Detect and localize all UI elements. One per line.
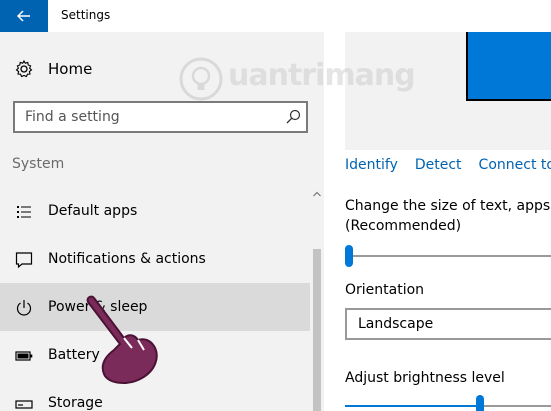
search-icon[interactable] — [284, 108, 302, 126]
sidebar-item-label: Power & sleep — [48, 299, 148, 315]
orientation-select[interactable]: Landscape — [345, 308, 551, 340]
window-title: Settings — [61, 8, 111, 22]
brightness-slider-thumb[interactable] — [475, 395, 484, 411]
sidebar-item-battery[interactable]: Battery — [0, 331, 310, 379]
default-apps-icon — [17, 206, 31, 218]
scale-slider-thumb[interactable] — [345, 245, 353, 267]
brightness-label: Adjust brightness level — [345, 370, 505, 386]
orientation-value: Landscape — [358, 316, 434, 332]
sidebar-item-default-apps[interactable]: Default apps — [0, 187, 310, 235]
brightness-slider-fill — [345, 405, 476, 407]
back-button[interactable] — [0, 0, 48, 32]
sidebar-item-notifications[interactable]: Notifications & actions — [0, 235, 310, 283]
connect-link[interactable]: Connect to — [479, 157, 551, 173]
search-box[interactable] — [13, 101, 308, 133]
storage-icon — [15, 400, 33, 409]
notifications-icon — [15, 252, 33, 269]
section-label: System — [12, 156, 65, 172]
sidebar-scrollbar[interactable] — [310, 187, 324, 411]
sidebar-item-label: Storage — [48, 395, 103, 411]
gear-icon — [15, 59, 33, 78]
sidebar-item-storage[interactable]: Storage — [0, 379, 310, 411]
orientation-label: Orientation — [345, 282, 425, 298]
identify-link[interactable]: Identify — [345, 157, 398, 173]
sidebar-item-label: Battery — [48, 347, 100, 363]
scroll-thumb[interactable] — [313, 249, 321, 411]
display-links: Identify Detect Connect to — [345, 157, 551, 173]
display-preview — [345, 32, 551, 150]
sidebar-item-label: Default apps — [48, 203, 138, 219]
home-nav-item[interactable]: Home — [14, 58, 92, 80]
sidebar-item-label: Notifications & actions — [48, 251, 206, 267]
title-bar: Settings — [0, 0, 551, 32]
main-panel: Identify Detect Connect to Change the size… — [324, 32, 551, 411]
back-arrow-icon — [17, 10, 30, 22]
sidebar-item-power-sleep[interactable]: Power & sleep — [0, 283, 310, 331]
scale-label: Change the size of text, apps, a — [345, 198, 551, 214]
power-icon — [16, 300, 32, 316]
detect-link[interactable]: Detect — [415, 157, 462, 173]
monitor-tile[interactable] — [466, 32, 551, 101]
sidebar: Home System Default apps Notifications &… — [0, 32, 324, 411]
battery-icon — [15, 351, 33, 361]
scale-slider-track[interactable] — [345, 255, 551, 257]
search-input[interactable] — [15, 103, 277, 131]
home-label: Home — [48, 60, 93, 78]
scroll-up-arrow-icon[interactable] — [313, 190, 321, 198]
scale-label-recommended: (Recommended) — [345, 218, 462, 234]
